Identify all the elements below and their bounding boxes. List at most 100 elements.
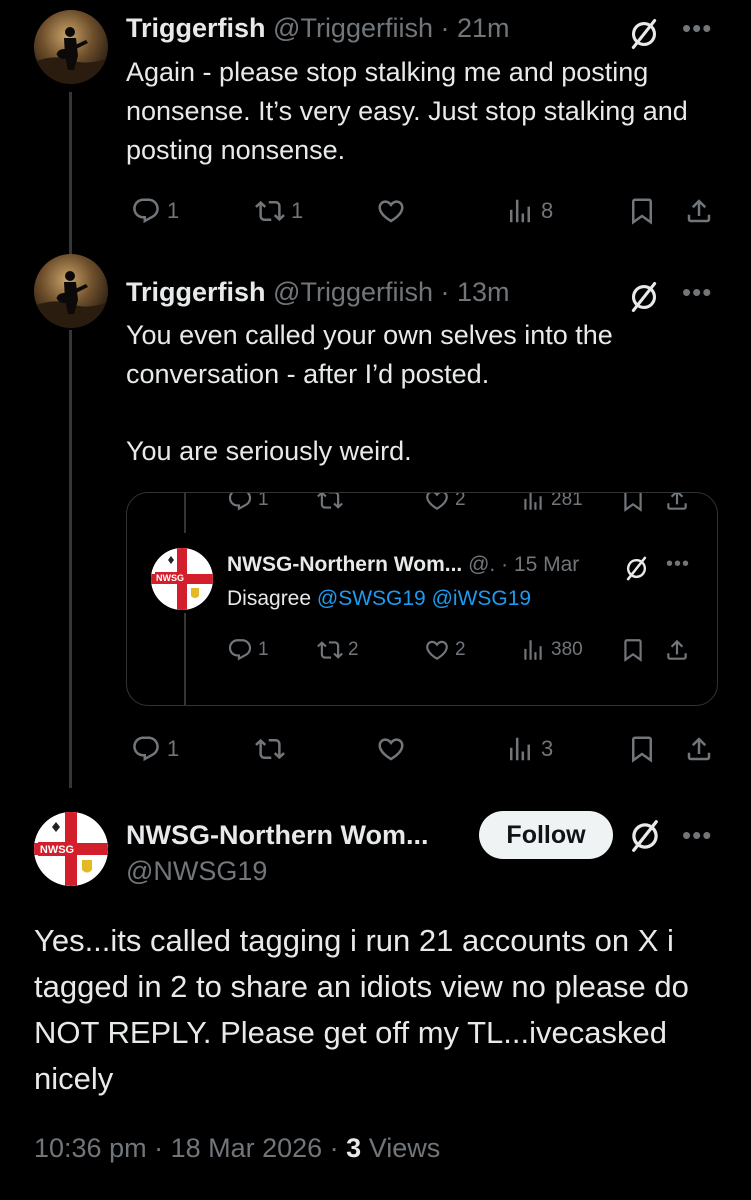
nwsg-avatar-label: NWSG [156,573,184,583]
thread-line [69,330,72,788]
author-name[interactable]: Triggerfish [126,277,266,307]
views-count: 380 [551,639,583,660]
views-button[interactable]: 8 [505,196,553,226]
reply-button[interactable]: 1 [131,196,179,226]
reply-count: 1 [167,198,180,223]
author-name[interactable]: NWSG-Northern Wom... [126,820,428,850]
reply-count: 1 [167,736,180,761]
quote-top-bookmark[interactable] [620,492,646,513]
repost-icon [317,637,343,663]
grok-icon[interactable] [627,818,663,854]
repost-button[interactable]: 1 [255,196,303,226]
tweet-text-line: conversation - after I’d posted. [126,359,490,389]
views-button[interactable]: 3 [505,734,553,764]
quote-share-button[interactable] [664,637,690,663]
quote-reply-button[interactable]: 1 [227,637,269,663]
repost-icon [255,734,285,764]
nwsg-flag-icon: NWSG [151,548,213,610]
more-options-icon[interactable]: ••• [682,277,712,308]
bookmark-icon [627,196,657,226]
bookmark-button[interactable] [627,196,657,226]
views-count: 3 [541,736,554,761]
author-handle[interactable]: @NWSG19 [126,856,267,886]
nwsg-avatar-label: NWSG [40,844,74,856]
quote-like-button[interactable]: 2 [424,637,466,663]
views-icon [505,734,535,764]
like-count: 2 [455,639,466,660]
quote-views-button[interactable]: 380 [520,637,583,663]
like-icon [376,196,406,226]
grok-icon[interactable] [627,280,661,314]
repost-button[interactable] [255,734,285,764]
share-icon [664,637,690,663]
quote-thread-line [184,493,186,533]
repost-icon [255,196,285,226]
reply-count: 1 [258,492,269,510]
mention-link[interactable]: @SWSG19 [317,587,426,610]
quote-timestamp[interactable]: · 15 Mar [501,553,579,576]
share-icon [684,734,714,764]
quote-text: Disagree [227,587,312,610]
bookmark-icon [627,734,657,764]
timestamp[interactable]: 10:36 pm · 18 Mar 2026 · [34,1133,346,1163]
thread-line [69,92,72,257]
tweet-text: Again - please stop stalking me and post… [126,57,688,165]
share-icon [684,196,714,226]
quote-thread-line [184,613,186,705]
author-handle[interactable]: @Triggerfiish [273,277,433,307]
author-handle[interactable]: @Triggerfiish [273,13,433,43]
like-icon [424,637,450,663]
quote-repost-button[interactable]: 2 [317,637,359,663]
guitarist-photo-icon [34,254,108,328]
reply-count: 1 [258,639,269,660]
guitarist-photo-icon [34,10,108,84]
reply-button[interactable]: 1 [131,734,179,764]
like-icon [376,734,406,764]
more-options-icon[interactable]: ••• [666,553,690,576]
timestamp[interactable]: · 13m [441,277,510,307]
quote-author-name[interactable]: NWSG-Northern Wom... [227,553,462,576]
author-name[interactable]: Triggerfish [126,13,266,43]
like-button[interactable] [376,196,406,226]
views-count: 8 [541,198,554,223]
bookmark-button[interactable] [627,734,657,764]
reply-icon [131,734,161,764]
timestamp[interactable]: · 21m [441,13,510,43]
views-label: Views [361,1133,441,1163]
quoted-tweet-card[interactable]: 1 2 281 NWSG NWSG-Northern Wom... @. · 1… [126,492,718,706]
like-button[interactable] [376,734,406,764]
mention-link[interactable]: @iWSG19 [432,587,532,610]
like-count: 2 [455,492,466,510]
views-icon [505,196,535,226]
views-icon [520,492,546,513]
tweet-text-line: You even called your own selves into the [126,320,613,350]
reply-icon [131,196,161,226]
avatar[interactable]: NWSG [34,812,108,886]
quote-avatar[interactable]: NWSG [151,548,213,610]
more-options-icon[interactable]: ••• [682,820,712,851]
share-button[interactable] [684,734,714,764]
share-button[interactable] [684,196,714,226]
quote-top-views[interactable]: 281 [520,492,583,513]
grok-icon[interactable] [627,17,661,51]
views-count: 3 [346,1133,362,1163]
quote-top-like[interactable]: 2 [424,492,466,513]
follow-button[interactable]: Follow [479,811,613,859]
reply-icon [227,492,253,513]
repost-count: 1 [291,198,304,223]
views-count: 281 [551,492,583,510]
tweet-text: Yes...its called tagging i run 21 accoun… [34,923,689,1096]
quote-bookmark-button[interactable] [620,637,646,663]
grok-icon[interactable] [623,555,650,582]
quote-top-repost[interactable] [317,492,343,513]
quote-author-handle[interactable]: @. [468,553,495,576]
quote-top-share[interactable] [664,492,690,513]
views-icon [520,637,546,663]
repost-icon [317,492,343,513]
avatar[interactable] [34,10,108,84]
bookmark-icon [620,492,646,513]
more-options-icon[interactable]: ••• [682,13,712,44]
share-icon [664,492,690,513]
avatar[interactable] [34,254,108,328]
quote-top-reply[interactable]: 1 [227,492,269,513]
